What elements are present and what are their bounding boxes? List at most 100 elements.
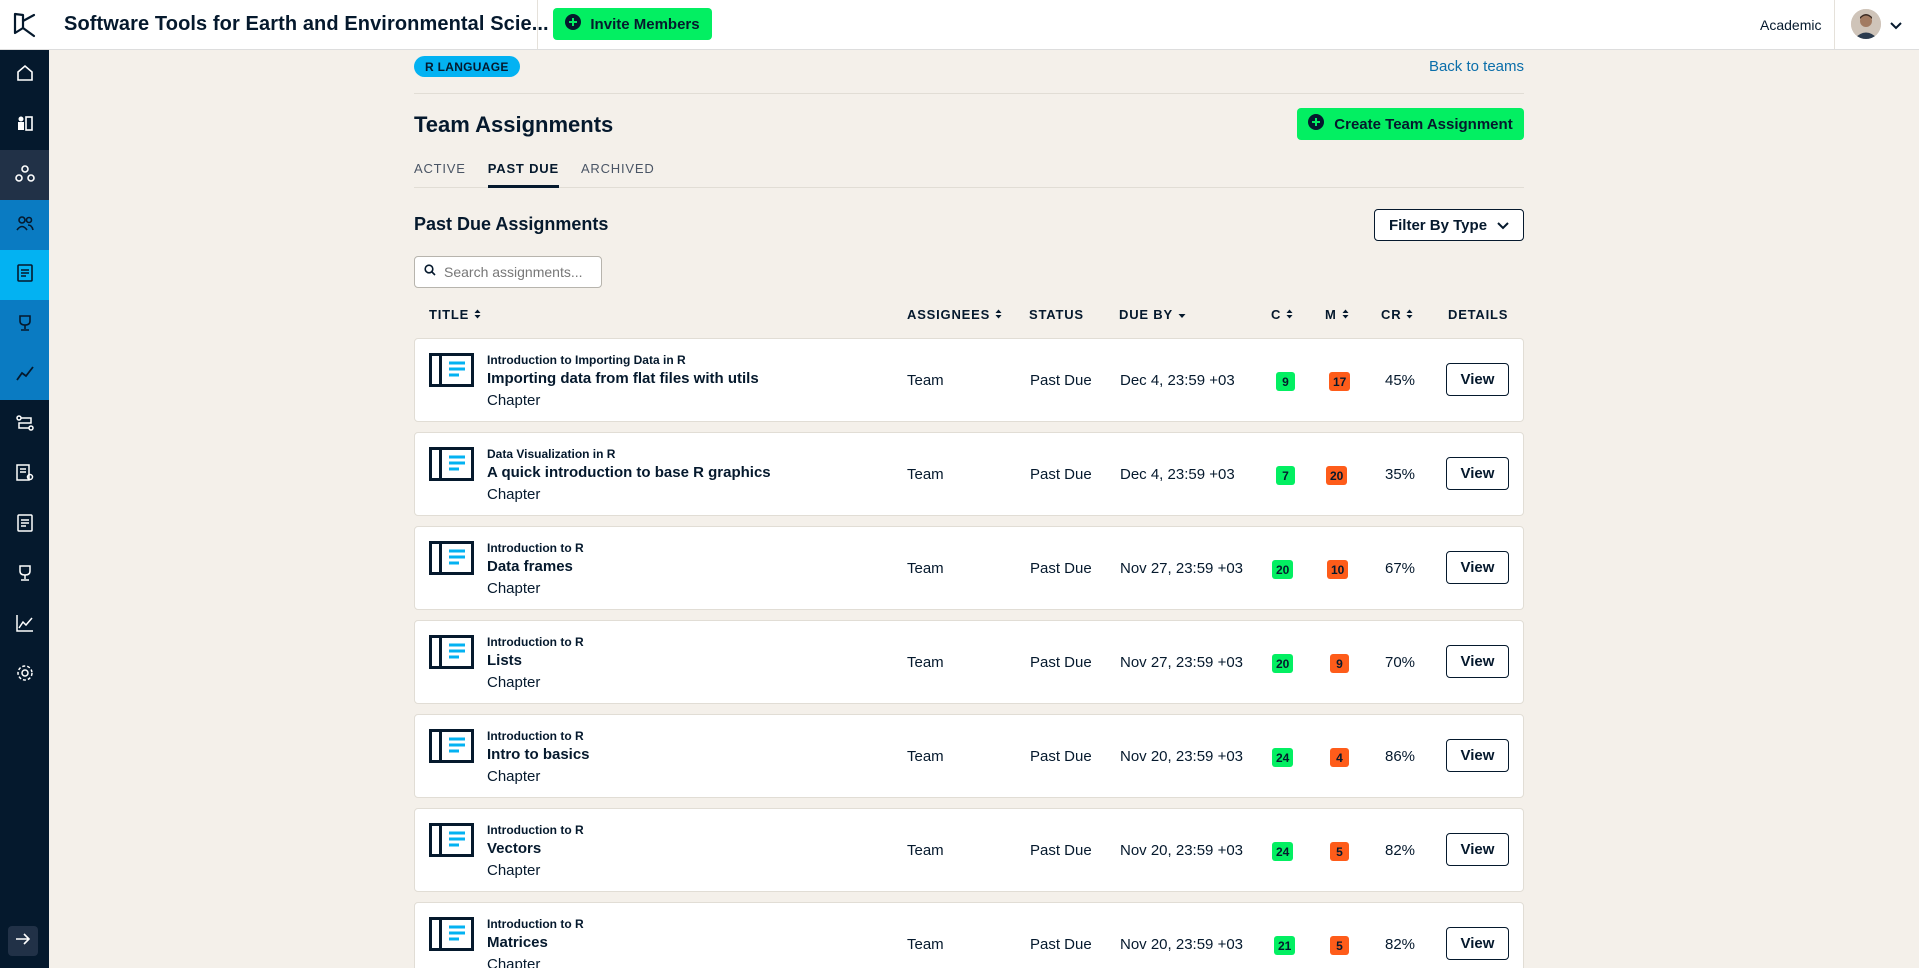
due-date: Nov 20, 23:59 +03 [1120, 936, 1244, 953]
view-button[interactable]: View [1446, 833, 1509, 866]
status-value: Past Due [1030, 748, 1092, 765]
arrow-right-icon [15, 932, 31, 950]
missing-badge: 17 [1329, 372, 1351, 391]
search-icon [424, 263, 436, 281]
course-name: Introduction to Importing Data in R [487, 353, 686, 367]
assignees-value: Team [907, 372, 944, 389]
home-icon [16, 64, 34, 87]
column-m-label: M [1325, 306, 1337, 322]
invite-members-button[interactable]: Invite Members [553, 8, 712, 40]
sidebar-item-tracks[interactable] [0, 400, 49, 450]
sort-icon [1286, 307, 1293, 322]
table-row: Introduction to R Matrices Chapter Team … [414, 902, 1524, 968]
completion-rate: 82% [1385, 842, 1416, 859]
filter-by-type-label: Filter By Type [1388, 216, 1488, 234]
tab-archived[interactable]: ARCHIVED [581, 148, 655, 188]
assignment-type: Chapter [487, 674, 541, 691]
back-to-teams-link[interactable]: Back to teams [1429, 58, 1524, 75]
assignment-tabs: ACTIVE PAST DUE ARCHIVED [414, 148, 1524, 188]
completion-rate: 67% [1385, 560, 1416, 577]
workspace-switcher[interactable]: Software Tools for Earth and Environment… [64, 0, 581, 49]
chevron-down-icon [1497, 217, 1509, 234]
table-row: Introduction to Importing Data in R Impo… [414, 338, 1524, 422]
search-input[interactable] [444, 264, 594, 280]
view-button[interactable]: View [1446, 739, 1509, 772]
sidebar-item-reports[interactable] [0, 350, 49, 400]
hub-icon [14, 164, 35, 187]
sidebar-item-leaderboard[interactable] [0, 300, 49, 350]
divider [414, 93, 1524, 94]
sidebar-item-home[interactable] [0, 50, 49, 100]
view-button[interactable]: View [1446, 645, 1509, 678]
sidebar-item-groups[interactable] [0, 100, 49, 150]
trophy-icon [16, 314, 34, 337]
table-row: Introduction to R Intro to basics Chapte… [414, 714, 1524, 798]
completed-badge: 24 [1272, 748, 1294, 767]
view-button[interactable]: View [1446, 363, 1509, 396]
view-button[interactable]: View [1446, 457, 1509, 490]
chapter-title: A quick introduction to base R graphics [487, 464, 771, 481]
tracks-icon [15, 414, 34, 437]
sort-icon [1406, 307, 1413, 322]
sidebar-item-settings[interactable] [0, 650, 49, 700]
status-value: Past Due [1030, 842, 1092, 859]
assignment-type: Chapter [487, 768, 541, 785]
assignees-value: Team [907, 466, 944, 483]
assignment-type: Chapter [487, 486, 541, 503]
column-due-by[interactable]: DUE BY [1119, 305, 1186, 323]
column-assignees[interactable]: ASSIGNEES [907, 305, 1002, 323]
avatar[interactable] [1851, 9, 1881, 39]
column-details-label: DETAILS [1448, 306, 1509, 322]
divider [1834, 0, 1835, 49]
sidebar-item-hub[interactable] [0, 150, 49, 200]
chevron-down-icon[interactable] [1890, 17, 1902, 35]
chapter-icon [429, 729, 474, 768]
filter-by-type-button[interactable]: Filter By Type [1374, 209, 1524, 241]
account-type-label: Academic [1760, 16, 1822, 33]
sidebar-item-content[interactable] [0, 500, 49, 550]
assignees-value: Team [907, 842, 944, 859]
column-status: STATUS [1029, 305, 1084, 323]
invite-members-label: Invite Members [590, 15, 700, 33]
datacamp-logo-icon[interactable] [0, 0, 49, 49]
chapter-title: Vectors [487, 840, 542, 857]
column-m[interactable]: M [1325, 305, 1349, 323]
sidebar-item-members[interactable] [0, 200, 49, 250]
assignees-value: Team [907, 654, 944, 671]
trophy-outline-icon [16, 564, 34, 587]
sidebar-item-analytics[interactable] [0, 600, 49, 650]
missing-badge: 4 [1330, 748, 1349, 767]
chapter-icon [429, 635, 474, 674]
table-row: Introduction to R Data frames Chapter Te… [414, 526, 1524, 610]
chapter-title: Data frames [487, 558, 573, 575]
due-date: Dec 4, 23:59 +03 [1120, 466, 1235, 483]
column-c[interactable]: C [1271, 305, 1293, 323]
column-title[interactable]: TITLE [429, 305, 481, 323]
sidebar-item-assessments[interactable] [0, 450, 49, 500]
expand-sidebar-button[interactable] [8, 926, 38, 956]
missing-badge: 5 [1330, 842, 1349, 861]
column-cr[interactable]: CR [1381, 305, 1413, 323]
team-tag: R LANGUAGE [414, 56, 520, 77]
create-team-assignment-button[interactable]: Create Team Assignment [1297, 108, 1524, 140]
tab-active[interactable]: ACTIVE [414, 148, 466, 188]
view-button[interactable]: View [1446, 551, 1509, 584]
sort-icon [1342, 307, 1349, 322]
chapter-icon [429, 541, 474, 580]
sidebar-item-assignments[interactable] [0, 250, 49, 300]
chart-icon [15, 364, 34, 387]
status-value: Past Due [1030, 466, 1092, 483]
status-value: Past Due [1030, 654, 1092, 671]
chart-outline-icon [15, 614, 34, 637]
due-date: Dec 4, 23:59 +03 [1120, 372, 1235, 389]
column-details: DETAILS [1448, 305, 1508, 323]
tab-past-due[interactable]: PAST DUE [487, 148, 559, 188]
missing-badge: 9 [1330, 654, 1349, 673]
create-team-assignment-label: Create Team Assignment [1334, 115, 1513, 133]
sidebar-item-awards[interactable] [0, 550, 49, 600]
view-button[interactable]: View [1446, 927, 1509, 960]
column-c-label: C [1271, 306, 1282, 322]
settings-icon [16, 664, 34, 687]
assignees-value: Team [907, 748, 944, 765]
column-assignees-label: ASSIGNEES [907, 306, 991, 322]
